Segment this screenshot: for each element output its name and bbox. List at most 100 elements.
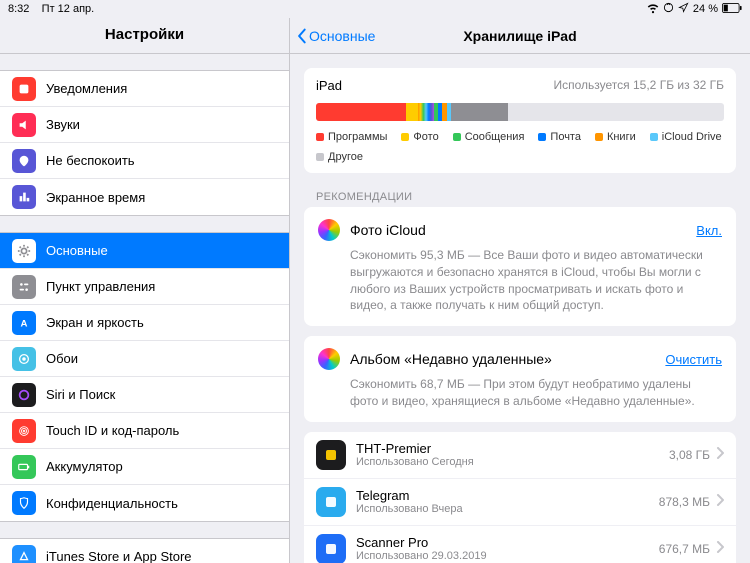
sidebar-title: Настройки	[0, 18, 289, 54]
chevron-right-icon	[716, 494, 724, 509]
app-size: 676,7 МБ	[659, 542, 710, 556]
recommendation-card: Альбом «Недавно удаленные»Очистить Сэконо…	[304, 336, 736, 422]
sidebar-item-screentime[interactable]: Экранное время	[0, 179, 289, 215]
sidebar-item-battery[interactable]: Аккумулятор	[0, 449, 289, 485]
detail-pane: Основные Хранилище iPad iPad Используетс…	[290, 18, 750, 563]
storage-segment	[316, 103, 406, 121]
sidebar-item-siri[interactable]: Siri и Поиск	[0, 377, 289, 413]
recommendation-action[interactable]: Вкл.	[696, 223, 722, 238]
legend-item: Фото	[401, 131, 438, 143]
sidebar-item-label: Аккумулятор	[46, 459, 123, 474]
legend-item: Книги	[595, 131, 636, 143]
storage-segment	[406, 103, 418, 121]
sound-icon	[12, 113, 36, 137]
sidebar-item-label: Обои	[46, 351, 78, 366]
app-list: ТНТ-PremierИспользовано Сегодня3,08 ГБTe…	[304, 432, 736, 563]
storage-segment	[451, 103, 508, 121]
app-icon	[316, 487, 346, 517]
sidebar: Настройки Уведомления Звуки Не беспокоить Э…	[0, 18, 290, 563]
status-date: Пт 12 апр.	[42, 3, 95, 15]
app-row[interactable]: Scanner ProИспользовано 29.03.2019676,7 …	[304, 526, 736, 563]
touchid-icon	[12, 419, 36, 443]
svg-text:A: A	[21, 318, 28, 329]
recommendation-title: Фото iCloud	[350, 222, 696, 238]
location-icon	[678, 2, 689, 16]
sidebar-item-gear[interactable]: Основные	[0, 233, 289, 269]
sidebar-item-label: Уведомления	[46, 81, 127, 96]
storage-segment	[418, 103, 434, 121]
dnd-icon	[12, 149, 36, 173]
legend-item: Почта	[538, 131, 581, 143]
battery-icon	[12, 455, 36, 479]
legend-item: Другое	[316, 151, 363, 163]
app-icon	[316, 440, 346, 470]
recommendation-desc: Сэкономить 68,7 МБ — При этом будут необ…	[350, 376, 722, 410]
recommendations-header: РЕКОМЕНДАЦИИ	[316, 191, 750, 203]
wifi-icon	[647, 2, 659, 17]
sidebar-item-label: Touch ID и код-пароль	[46, 423, 179, 438]
legend-item: iCloud Drive	[650, 131, 722, 143]
sidebar-item-label: Звуки	[46, 117, 80, 132]
chevron-right-icon	[716, 447, 724, 462]
app-name: Scanner Pro	[356, 535, 659, 550]
app-sub: Использовано Вчера	[356, 503, 659, 515]
sidebar-item-label: Пункт управления	[46, 279, 155, 294]
sidebar-item-label: Конфиденциальность	[46, 496, 178, 511]
sidebar-item-sound[interactable]: Звуки	[0, 107, 289, 143]
sidebar-item-label: Экран и яркость	[46, 315, 144, 330]
app-name: Telegram	[356, 488, 659, 503]
legend-item: Программы	[316, 131, 387, 143]
app-sub: Использовано Сегодня	[356, 456, 669, 468]
wallpaper-icon	[12, 347, 36, 371]
gear-icon	[12, 239, 36, 263]
battery-percent: 24 %	[693, 3, 718, 15]
battery-icon	[722, 3, 742, 16]
app-name: ТНТ-Premier	[356, 441, 669, 456]
sidebar-item-control-center[interactable]: Пункт управления	[0, 269, 289, 305]
device-name: iPad	[316, 78, 342, 93]
app-sub: Использовано 29.03.2019	[356, 550, 659, 562]
recommendation-action[interactable]: Очистить	[665, 352, 722, 367]
sidebar-item-wallpaper[interactable]: Обои	[0, 341, 289, 377]
detail-navbar: Основные Хранилище iPad	[290, 18, 750, 54]
orientation-lock-icon	[663, 2, 674, 16]
sidebar-item-label: iTunes Store и App Store	[46, 549, 192, 563]
control-center-icon	[12, 275, 36, 299]
app-row[interactable]: TelegramИспользовано Вчера878,3 МБ	[304, 479, 736, 526]
storage-legend: Программы Фото Сообщения Почта Книги iCloud D…	[316, 131, 724, 163]
display-icon: A	[12, 311, 36, 335]
photos-icon	[318, 348, 340, 370]
back-label: Основные	[309, 28, 375, 44]
sidebar-item-display[interactable]: A Экран и яркость	[0, 305, 289, 341]
sidebar-item-touchid[interactable]: Touch ID и код-пароль	[0, 413, 289, 449]
sidebar-item-label: Экранное время	[46, 190, 145, 205]
legend-item: Сообщения	[453, 131, 525, 143]
app-size: 878,3 МБ	[659, 495, 710, 509]
status-time: 8:32	[8, 3, 29, 15]
sidebar-item-privacy[interactable]: Конфиденциальность	[0, 485, 289, 521]
app-icon	[316, 534, 346, 563]
appstore-icon	[12, 545, 36, 563]
screentime-icon	[12, 185, 36, 209]
app-row[interactable]: ТНТ-PremierИспользовано Сегодня3,08 ГБ	[304, 432, 736, 479]
used-label: Используется 15,2 ГБ из 32 ГБ	[554, 78, 724, 93]
privacy-icon	[12, 491, 36, 515]
recommendation-desc: Сэкономить 95,3 МБ — Все Ваши фото и вид…	[350, 247, 722, 314]
status-bar: 8:32 Пт 12 апр. 24 %	[0, 0, 750, 18]
storage-card: iPad Используется 15,2 ГБ из 32 ГБ Прогр…	[304, 68, 736, 173]
sidebar-item-notifications[interactable]: Уведомления	[0, 71, 289, 107]
notifications-icon	[12, 77, 36, 101]
sidebar-item-appstore[interactable]: iTunes Store и App Store	[0, 539, 289, 563]
back-button[interactable]: Основные	[290, 28, 375, 44]
app-size: 3,08 ГБ	[669, 448, 710, 462]
sidebar-item-label: Основные	[46, 243, 108, 258]
recommendation-title: Альбом «Недавно удаленные»	[350, 351, 665, 367]
sidebar-item-dnd[interactable]: Не беспокоить	[0, 143, 289, 179]
chevron-right-icon	[716, 541, 724, 556]
storage-usage-bar	[316, 103, 724, 121]
siri-icon	[12, 383, 36, 407]
sidebar-item-label: Siri и Поиск	[46, 387, 115, 402]
sidebar-item-label: Не беспокоить	[46, 153, 135, 168]
recommendation-card: Фото iCloudВкл. Сэкономить 95,3 МБ — Все …	[304, 207, 736, 326]
photos-icon	[318, 219, 340, 241]
